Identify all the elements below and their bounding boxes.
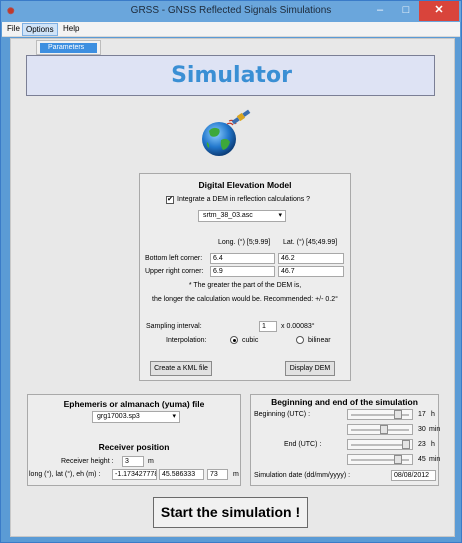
menu-bar: File Options Help <box>2 22 460 37</box>
end-label: End (UTC) : <box>284 441 322 448</box>
receiver-height-label: Receiver height : <box>61 458 114 465</box>
menu-help[interactable]: Help <box>60 24 82 33</box>
options-dropdown-menu: Parameters <box>36 40 101 55</box>
sampling-label: Sampling interval: <box>146 323 202 330</box>
dem-note-line2: the longer the calculation would be. Rec… <box>152 296 338 303</box>
menu-item-parameters[interactable]: Parameters <box>40 43 97 53</box>
begin-hour-value: 17 <box>418 411 426 418</box>
dem-file-value: srtm_38_03.asc <box>203 212 253 219</box>
simulator-banner: Simulator <box>26 55 435 96</box>
receiver-height-unit: m <box>148 458 154 465</box>
title-bar: ✺ GRSS - GNSS Reflected Signals Simulati… <box>1 1 461 22</box>
minimize-button[interactable]: – <box>367 1 393 21</box>
receiver-eh-input[interactable]: 73 <box>207 469 228 480</box>
receiver-long-input[interactable]: -1.173427778 <box>112 469 157 480</box>
create-kml-button[interactable]: Create a KML file <box>150 361 212 376</box>
display-dem-button[interactable]: Display DEM <box>285 361 335 376</box>
bilinear-label: bilinear <box>308 337 331 344</box>
menu-file[interactable]: File <box>4 24 23 33</box>
coords-label: long (°), lat (°), eh (m) : <box>29 471 101 478</box>
dem-title: Digital Elevation Model <box>198 180 292 190</box>
upper-right-lat-input[interactable]: 46.7 <box>278 266 344 277</box>
long-header: Long. (°) [5;9.99] <box>218 239 271 246</box>
integrate-dem-label: Integrate a DEM in reflection calculatio… <box>177 196 311 203</box>
start-simulation-button[interactable]: Start the simulation ! <box>153 497 308 528</box>
maximize-button[interactable]: □ <box>393 1 419 21</box>
ephemeris-file-select[interactable]: grg17003.sp3 ▾ <box>92 411 180 423</box>
end-hour-unit: h <box>431 441 435 448</box>
end-min-unit: min <box>429 456 441 463</box>
begin-hour-slider[interactable] <box>347 409 413 420</box>
menu-options[interactable]: Options <box>22 23 58 36</box>
upper-right-label: Upper right corner: <box>145 268 204 275</box>
interpolation-label: Interpolation: <box>166 337 207 344</box>
end-min-slider[interactable] <box>347 454 413 465</box>
chevron-down-icon: ▾ <box>172 413 176 420</box>
upper-right-long-input[interactable]: 6.9 <box>210 266 275 277</box>
app-window: ✺ GRSS - GNSS Reflected Signals Simulati… <box>0 0 462 543</box>
bottom-left-label: Bottom left corner: <box>145 255 203 262</box>
receiver-position-title: Receiver position <box>98 442 170 452</box>
banner-title: Simulator <box>171 63 292 88</box>
begin-min-value: 30 <box>418 426 426 433</box>
end-hour-slider[interactable] <box>347 439 413 450</box>
dem-panel: Digital Elevation Model ✔ Integrate a DE… <box>139 173 351 381</box>
sampling-input[interactable]: 1 <box>259 321 277 332</box>
cubic-label: cubic <box>242 337 259 344</box>
receiver-lat-input[interactable]: 45.586333 <box>159 469 204 480</box>
begin-min-slider-thumb[interactable] <box>380 425 388 434</box>
chevron-down-icon: ▾ <box>278 212 282 219</box>
begin-hour-unit: h <box>431 411 435 418</box>
end-min-slider-thumb[interactable] <box>394 455 402 464</box>
cubic-radio[interactable] <box>230 336 238 344</box>
simulation-timing-title: Beginning and end of the simulation <box>271 397 418 407</box>
globe-satellite-illustration <box>197 109 257 159</box>
simulation-timing-panel: Beginning and end of the simulation Begi… <box>250 394 441 486</box>
simulation-date-label: Simulation date (dd/mm/yyyy) : <box>254 472 351 479</box>
ephemeris-panel: Ephemeris or almanach (yuma) file grg170… <box>27 394 241 486</box>
dem-note-line1: * The greater the part of the DEM is, <box>188 282 302 289</box>
integrate-dem-checkbox[interactable]: ✔ <box>166 196 174 204</box>
receiver-height-input[interactable]: 3 <box>122 456 144 467</box>
dem-file-select[interactable]: srtm_38_03.asc ▾ <box>198 210 286 222</box>
globe-icon <box>202 109 251 156</box>
ephemeris-file-value: grg17003.sp3 <box>97 413 140 420</box>
close-button[interactable]: ✕ <box>419 1 459 21</box>
end-hour-value: 23 <box>418 441 426 448</box>
lat-header: Lat. (°) [45;49.99] <box>283 239 338 246</box>
bottom-left-long-input[interactable]: 6.4 <box>210 253 275 264</box>
bottom-left-lat-input[interactable]: 46.2 <box>278 253 344 264</box>
begin-min-slider[interactable] <box>347 424 413 435</box>
begin-min-unit: min <box>429 426 441 433</box>
begin-hour-slider-thumb[interactable] <box>394 410 402 419</box>
ephemeris-title: Ephemeris or almanach (yuma) file <box>63 399 205 409</box>
receiver-eh-unit: m <box>233 471 239 478</box>
end-hour-slider-thumb[interactable] <box>402 440 410 449</box>
end-min-value: 45 <box>418 456 426 463</box>
begin-label: Beginning (UTC) : <box>254 411 311 418</box>
sampling-unit: x 0.00083° <box>281 323 315 330</box>
bilinear-radio[interactable] <box>296 336 304 344</box>
simulation-date-input[interactable]: 08/08/2012 <box>391 470 436 481</box>
